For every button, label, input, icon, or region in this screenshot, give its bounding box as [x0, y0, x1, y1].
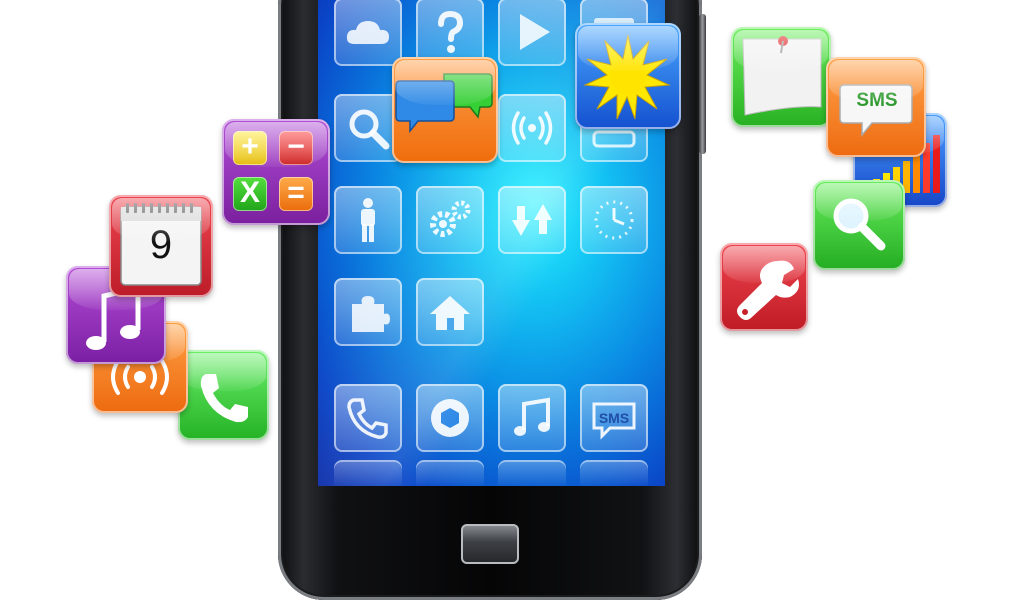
- calc-equals-key: =: [279, 177, 313, 211]
- sms-app-label: SMS: [856, 90, 898, 111]
- magnifying-glass-icon: [833, 198, 886, 251]
- tools-app-icon[interactable]: [720, 243, 808, 331]
- tile-reflection: [334, 460, 402, 486]
- tile-reflection: [498, 460, 566, 486]
- up-down-arrows-icon: [512, 204, 552, 236]
- contacts-app-tile[interactable]: [334, 186, 402, 254]
- chat-bubbles-icon: [395, 73, 493, 134]
- person-icon: [361, 198, 375, 242]
- phone-call-app-icon[interactable]: [178, 350, 269, 440]
- wifi-app-tile[interactable]: [498, 94, 566, 162]
- calc-times-key: X: [233, 177, 267, 211]
- puzzle-app-tile[interactable]: [334, 278, 402, 346]
- phone-app-tile[interactable]: [334, 384, 402, 452]
- notes-app-icon[interactable]: [731, 27, 831, 127]
- calc-plus-key: +: [233, 131, 267, 165]
- calc-minus-key: −: [279, 131, 313, 165]
- camera-app-tile[interactable]: [416, 384, 484, 452]
- magnifier-icon: [349, 109, 390, 150]
- sms-messages-app-icon[interactable]: SMS: [826, 57, 926, 157]
- phone-handset-icon: [200, 374, 248, 423]
- settings-app-tile[interactable]: [416, 186, 484, 254]
- tile-reflection: [580, 460, 648, 486]
- house-icon: [430, 296, 470, 330]
- puzzle-piece-icon: [352, 296, 390, 332]
- gears-icon: [430, 200, 471, 237]
- tile-reflection: [416, 460, 484, 486]
- sticky-note-icon: [742, 36, 822, 116]
- phone-side-button[interactable]: [699, 14, 706, 154]
- home-app-tile[interactable]: [416, 278, 484, 346]
- sms-app-tile[interactable]: SMS: [580, 384, 648, 452]
- play-icon: [520, 14, 550, 50]
- calendar-day-number: 9: [149, 223, 173, 267]
- play-app-tile[interactable]: [498, 0, 566, 66]
- question-mark-icon: [438, 10, 464, 53]
- music-app-tile[interactable]: [498, 384, 566, 452]
- clock-icon: [594, 200, 634, 240]
- sms-tile-label: SMS: [598, 410, 630, 426]
- phone-handset-icon: [347, 398, 388, 439]
- aperture-icon: [431, 399, 469, 437]
- home-button[interactable]: [461, 524, 519, 564]
- sync-app-tile[interactable]: [498, 186, 566, 254]
- calendar-app-icon[interactable]: 9: [109, 195, 213, 297]
- clock-app-tile[interactable]: [580, 186, 648, 254]
- music-note-icon: [514, 397, 550, 436]
- cloud-icon: [346, 21, 389, 44]
- wrench-icon: [737, 260, 799, 320]
- search-app-icon[interactable]: [813, 180, 905, 270]
- chat-app-icon[interactable]: [392, 57, 498, 163]
- weather-sun-app-icon[interactable]: [575, 23, 681, 129]
- calculator-app-icon[interactable]: + − X =: [222, 119, 330, 225]
- wireless-signal-icon: [511, 111, 553, 145]
- sun-icon: [583, 34, 671, 120]
